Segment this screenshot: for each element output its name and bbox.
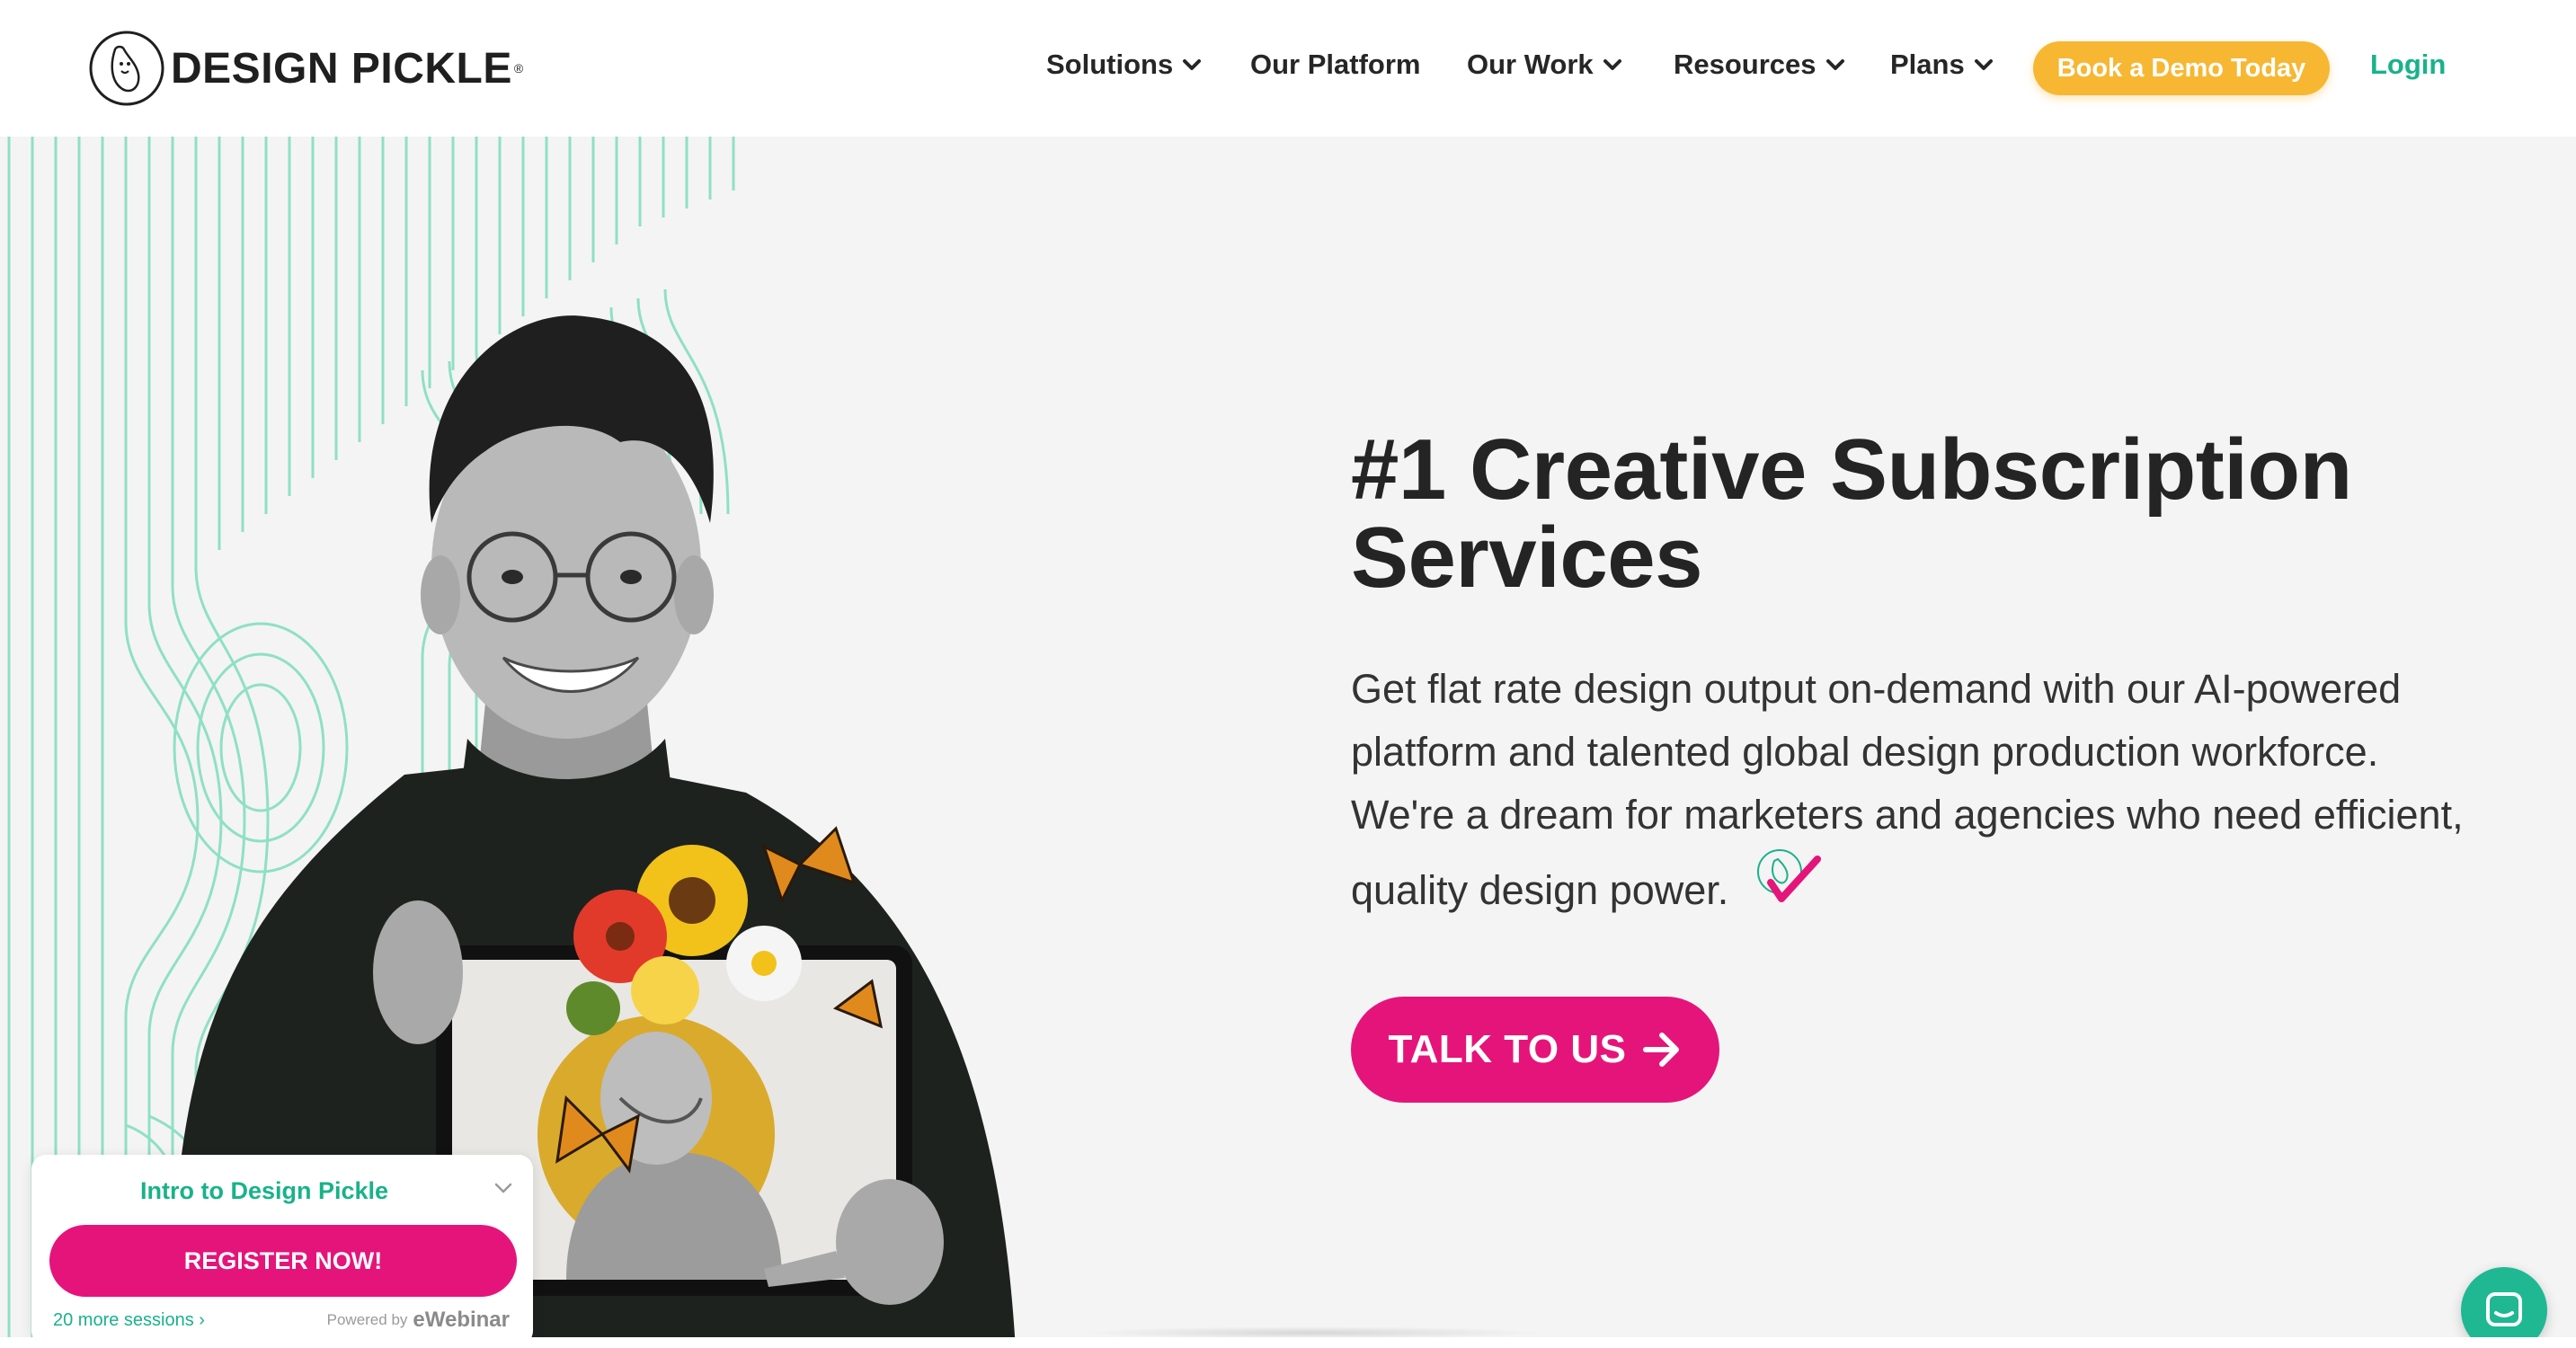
chat-launcher-button[interactable] xyxy=(2461,1267,2547,1348)
chevron-down-icon xyxy=(1825,59,1844,70)
brand-name: DESIGN PICKLE xyxy=(171,44,512,93)
webinar-title[interactable]: Intro to Design Pickle xyxy=(31,1177,497,1205)
nav-item-solutions[interactable]: Solutions xyxy=(1046,49,1202,81)
nav-item-label: Resources xyxy=(1674,49,1817,80)
chevron-down-icon xyxy=(1603,59,1621,70)
brand-trademark: ® xyxy=(513,61,524,75)
brand-logo[interactable]: DESIGN PICKLE ® xyxy=(88,30,523,107)
hero-lead-text: Get flat rate design output on-demand wi… xyxy=(1351,658,2465,922)
pickle-logo-icon xyxy=(89,31,164,106)
nav-item-plans[interactable]: Plans xyxy=(1890,49,1994,81)
hero-section: #1 Creative Subscription Services Get fl… xyxy=(0,137,2576,1348)
book-demo-button[interactable]: Book a Demo Today xyxy=(2033,41,2330,95)
headline-line-2: Services xyxy=(1351,510,1703,606)
nav-item-label: Solutions xyxy=(1046,49,1174,80)
register-now-button[interactable]: REGISTER NOW! xyxy=(49,1225,517,1297)
nav-item-our-platform[interactable]: Our Platform xyxy=(1250,49,1420,81)
hero-headline: #1 Creative Subscription Services xyxy=(1351,426,2483,602)
nav-item-label: Our Work xyxy=(1467,49,1594,80)
pickle-check-icon xyxy=(1756,849,1821,902)
chevron-down-icon xyxy=(1974,59,1993,70)
chevron-down-icon xyxy=(1183,59,1202,70)
bottom-edge xyxy=(0,1337,2576,1348)
login-link[interactable]: Login xyxy=(2370,49,2446,81)
more-sessions-link[interactable]: 20 more sessions › xyxy=(53,1310,205,1331)
nav-item-label: Plans xyxy=(1890,49,1965,80)
arrow-right-icon xyxy=(1643,1033,1680,1067)
talk-to-us-label: TALK TO US xyxy=(1388,1027,1627,1071)
talk-to-us-button[interactable]: TALK TO US xyxy=(1351,997,1719,1103)
chat-bubble-icon xyxy=(2486,1292,2522,1326)
powered-by-label: Powered by xyxy=(326,1311,408,1328)
ewebinar-brand: eWebinar xyxy=(413,1308,510,1332)
nav-item-our-work[interactable]: Our Work xyxy=(1467,49,1622,81)
nav-item-label: Our Platform xyxy=(1250,49,1421,80)
webinar-widget: Intro to Design Pickle REGISTER NOW! 20 … xyxy=(31,1155,533,1345)
chevron-down-icon[interactable] xyxy=(493,1182,513,1194)
nav-item-resources[interactable]: Resources xyxy=(1674,49,1845,81)
headline-line-1: #1 Creative Subscription xyxy=(1351,421,2352,518)
site-header: DESIGN PICKLE ® Solutions Our Platform O… xyxy=(0,0,2576,137)
powered-by[interactable]: Powered by eWebinar xyxy=(327,1308,510,1333)
lead-text: Get flat rate design output on-demand wi… xyxy=(1351,666,2464,913)
